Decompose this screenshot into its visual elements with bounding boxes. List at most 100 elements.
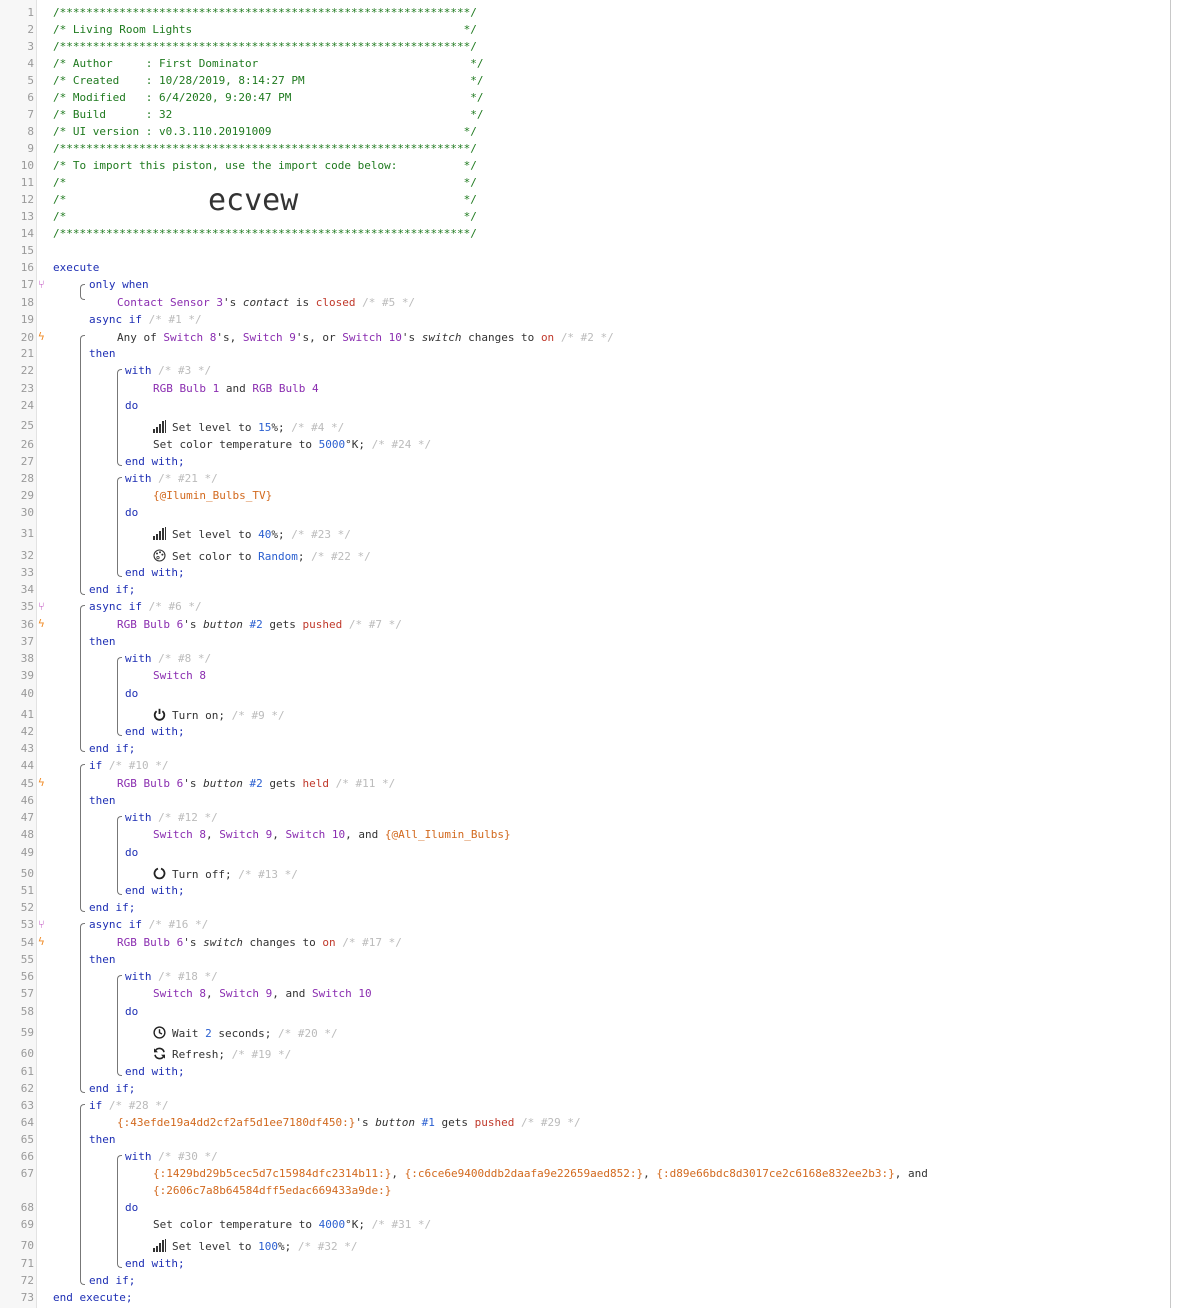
do-keyword[interactable]: do [125,506,138,520]
signal-level-icon [153,527,168,540]
execute-keyword[interactable]: execute [53,261,99,275]
if-10[interactable]: if /* #10 */ [89,759,168,773]
line-number: 16 [20,261,34,274]
async-if-6[interactable]: async if /* #6 */ [89,600,202,614]
header-ui-version: /* UI version : v0.3.110.20191009 */ [53,125,477,138]
line-number: 62 [20,1082,34,1095]
then-keyword[interactable]: then [89,794,116,808]
statement-13[interactable]: Turn off; /* #13 */ [153,867,298,882]
condition-29[interactable]: {:43efde19a4dd2cf2af5d1ee7180df450:}'s b… [117,1116,581,1130]
condition-17[interactable]: RGB Bulb 6's switch changes to on /* #17… [117,936,402,950]
line-number: 49 [20,846,34,859]
header-created: /* Created : 10/28/2019, 8:14:27 PM */ [53,74,484,87]
line-number: 20 [20,331,34,344]
line-number: 60 [20,1047,34,1060]
do-keyword[interactable]: do [125,399,138,413]
line-number: 43 [20,742,34,755]
end-with[interactable]: end with; [125,566,185,580]
with-3-devices[interactable]: RGB Bulb 1 and RGB Bulb 4 [153,382,319,396]
header-import-note: /* To import this piston, use the import… [53,159,477,172]
line-number: 26 [20,438,34,451]
with-30-devices-cont[interactable]: {:2606c7a8b64584dff5edac669433a9de:} [153,1184,391,1198]
end-if[interactable]: end if; [89,742,135,756]
with-30[interactable]: with /* #30 */ [125,1150,218,1164]
end-execute[interactable]: end execute; [53,1291,132,1305]
condition-11[interactable]: RGB Bulb 6's button #2 gets held /* #11 … [117,777,395,791]
with-21-devices[interactable]: {@Ilumin_Bulbs_TV} [153,489,272,503]
statement-20[interactable]: Wait 2 seconds; /* #20 */ [153,1026,338,1041]
statement-32[interactable]: Set level to 100%; /* #32 */ [153,1239,357,1254]
then-keyword[interactable]: then [89,347,116,361]
do-keyword[interactable]: do [125,1201,138,1215]
condition-7[interactable]: RGB Bulb 6's button #2 gets pushed /* #7… [117,618,402,632]
clock-icon [153,1026,168,1039]
trigger-bolt-icon[interactable]: ϟ [38,618,48,630]
branch-icon[interactable]: ⑂ [38,279,48,291]
condition-5[interactable]: Contact Sensor 3's contact is closed /* … [117,296,415,310]
statement-23[interactable]: Set level to 40%; /* #23 */ [153,527,351,542]
with-21[interactable]: with /* #21 */ [125,472,218,486]
end-if[interactable]: end if; [89,1082,135,1096]
then-keyword[interactable]: then [89,1133,116,1147]
with-30-devices[interactable]: {:1429bd29b5cec5d7c15984dfc2314b11:}, {:… [153,1167,928,1181]
header-modified: /* Modified : 6/4/2020, 9:20:47 PM */ [53,91,484,104]
then-keyword[interactable]: then [89,953,116,967]
header-border: /***************************************… [53,142,477,155]
line-number: 72 [20,1274,34,1287]
statement-19[interactable]: Refresh; /* #19 */ [153,1047,291,1062]
with-8[interactable]: with /* #8 */ [125,652,211,666]
piston-code-editor[interactable]: 1 2 3 4 5 6 7 8 9 10 11 12 13 14 15 16 17 18 19 20 21 22 23 24 2… [0,0,1171,1308]
branch-icon[interactable]: ⑂ [38,601,48,613]
line-number: 68 [20,1201,34,1214]
block-bracket [117,369,122,466]
if-28[interactable]: if /* #28 */ [89,1099,168,1113]
condition-2[interactable]: Any of Switch 8's, Switch 9's, or Switch… [117,331,614,345]
async-if-16[interactable]: async if /* #16 */ [89,918,208,932]
line-number-gutter: 1 2 3 4 5 6 7 8 9 10 11 12 13 14 15 16 17 18 19 20 21 22 23 24 2… [0,0,37,1308]
trigger-bolt-icon[interactable]: ϟ [38,936,48,948]
end-if[interactable]: end if; [89,901,135,915]
end-with[interactable]: end with; [125,725,185,739]
line-number: 54 [20,936,34,949]
trigger-bolt-icon[interactable]: ϟ [38,331,48,343]
end-if[interactable]: end if; [89,583,135,597]
statement-31[interactable]: Set color temperature to 4000°K; /* #31 … [153,1218,431,1232]
statement-4[interactable]: Set level to 15%; /* #4 */ [153,420,344,435]
line-number: 44 [20,759,34,772]
async-if-1[interactable]: async if /* #1 */ [89,313,202,327]
line-number: 13 [20,210,34,223]
line-number: 4 [27,57,34,70]
trigger-bolt-icon[interactable]: ϟ [38,777,48,789]
end-with[interactable]: end with; [125,884,185,898]
end-with[interactable]: end with; [125,455,185,469]
with-12[interactable]: with /* #12 */ [125,811,218,825]
line-number: 3 [27,40,34,53]
do-keyword[interactable]: do [125,687,138,701]
line-number: 7 [27,108,34,121]
line-number: 39 [20,669,34,682]
only-when-keyword[interactable]: only when [89,278,149,292]
with-3[interactable]: with /* #3 */ [125,364,211,378]
line-number: 17 [20,278,34,291]
line-number: 1 [27,6,34,19]
then-keyword[interactable]: then [89,635,116,649]
line-number: 65 [20,1133,34,1146]
line-number: 35 [20,600,34,613]
branch-icon[interactable]: ⑂ [38,919,48,931]
with-18-devices[interactable]: Switch 8, Switch 9, and Switch 10 [153,987,372,1001]
statement-9[interactable]: Turn on; /* #9 */ [153,708,285,723]
import-code: ecvew [208,183,299,218]
line-number: 2 [27,23,34,36]
end-if[interactable]: end if; [89,1274,135,1288]
line-number: 12 [20,193,34,206]
statement-24[interactable]: Set color temperature to 5000°K; /* #24 … [153,438,431,452]
end-with[interactable]: end with; [125,1257,185,1271]
line-number: 47 [20,811,34,824]
with-8-devices[interactable]: Switch 8 [153,669,206,683]
statement-22[interactable]: Set color to Random; /* #22 */ [153,549,371,564]
with-12-devices[interactable]: Switch 8, Switch 9, Switch 10, and {@All… [153,828,511,842]
end-with[interactable]: end with; [125,1065,185,1079]
with-18[interactable]: with /* #18 */ [125,970,218,984]
do-keyword[interactable]: do [125,846,138,860]
do-keyword[interactable]: do [125,1005,138,1019]
